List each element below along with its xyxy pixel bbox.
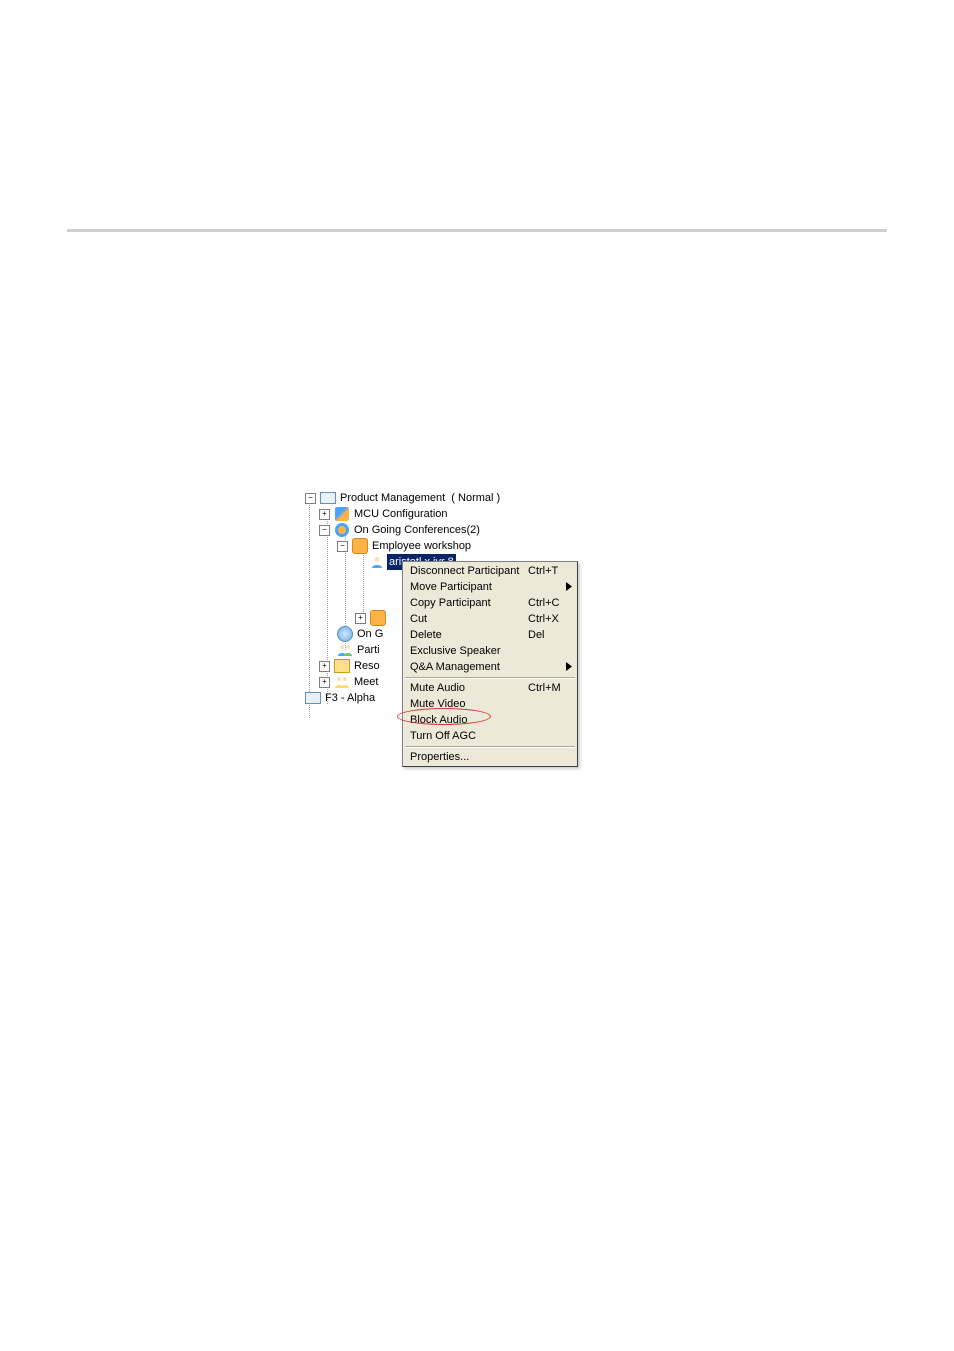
menu-label: Copy Participant <box>410 597 528 609</box>
menu-item-copy-participant[interactable]: Copy Participant Ctrl+C <box>404 595 576 611</box>
screenshot-figure: Product Management ( Normal ) MCU Config… <box>305 490 580 722</box>
menu-label: Delete <box>410 629 528 641</box>
monitor-icon <box>305 690 321 706</box>
submenu-arrow-icon <box>566 662 572 671</box>
expand-icon[interactable] <box>319 509 330 520</box>
tree-label: Product Management ( Normal ) <box>340 490 500 506</box>
collapse-icon[interactable] <box>319 525 330 536</box>
mcu-icon <box>334 506 350 522</box>
header-divider <box>67 229 887 232</box>
tree-item-mcu-configuration[interactable]: MCU Configuration <box>305 506 580 522</box>
menu-shortcut: Ctrl+T <box>528 565 572 577</box>
expand-icon[interactable] <box>319 661 330 672</box>
tree-label: Meet <box>354 674 378 690</box>
menu-separator <box>405 677 575 678</box>
menu-label: Properties... <box>410 751 528 763</box>
menu-item-move-participant[interactable]: Move Participant <box>404 579 576 595</box>
collapse-icon[interactable] <box>305 493 316 504</box>
menu-item-delete[interactable]: Delete Del <box>404 627 576 643</box>
tree-item-product-management[interactable]: Product Management ( Normal ) <box>305 490 580 506</box>
submenu-arrow-icon <box>566 582 572 591</box>
tree-item-ongoing-conferences[interactable]: On Going Conferences(2) <box>305 522 580 538</box>
menu-item-mute-video[interactable]: Mute Video <box>404 696 576 712</box>
menu-label: Block Audio <box>410 714 528 726</box>
tree-label: F3 - Alpha <box>325 690 375 706</box>
menu-item-qa-management[interactable]: Q&A Management <box>404 659 576 675</box>
conference-icon <box>352 538 368 554</box>
menu-item-cut[interactable]: Cut Ctrl+X <box>404 611 576 627</box>
menu-separator <box>405 746 575 747</box>
tree-label: On Going Conferences(2) <box>354 522 480 538</box>
menu-shortcut: Del <box>528 629 572 641</box>
conference-icon <box>370 610 386 626</box>
menu-shortcut: Ctrl+C <box>528 597 572 609</box>
context-menu: Disconnect Participant Ctrl+T Move Parti… <box>402 561 578 767</box>
menu-label: Turn Off AGC <box>410 730 528 742</box>
menu-label: Exclusive Speaker <box>410 645 528 657</box>
menu-label: Mute Video <box>410 698 528 710</box>
menu-label: Move Participant <box>410 581 528 593</box>
tree-item-conference[interactable]: Employee workshop <box>305 538 580 554</box>
gear-icon <box>334 522 350 538</box>
menu-item-mute-audio[interactable]: Mute Audio Ctrl+M <box>404 680 576 696</box>
menu-item-exclusive-speaker[interactable]: Exclusive Speaker <box>404 643 576 659</box>
expand-icon[interactable] <box>355 613 366 624</box>
menu-label: Cut <box>410 613 528 625</box>
tree-label: MCU Configuration <box>354 506 448 522</box>
monitor-icon <box>320 490 336 506</box>
menu-item-properties[interactable]: Properties... <box>404 749 576 765</box>
expand-icon[interactable] <box>319 677 330 688</box>
tree-label: Reso <box>354 658 380 674</box>
menu-item-disconnect-participant[interactable]: Disconnect Participant Ctrl+T <box>404 563 576 579</box>
collapse-icon[interactable] <box>337 541 348 552</box>
tree-label: Parti <box>357 642 380 658</box>
menu-label: Q&A Management <box>410 661 528 673</box>
menu-item-block-audio[interactable]: Block Audio <box>404 712 576 728</box>
resource-icon <box>334 658 350 674</box>
person-icon <box>371 556 383 568</box>
tree-label: Employee workshop <box>372 538 471 554</box>
menu-label: Mute Audio <box>410 682 528 694</box>
menu-shortcut: Ctrl+X <box>528 613 572 625</box>
menu-shortcut: Ctrl+M <box>528 682 572 694</box>
people-icon <box>337 642 353 658</box>
menu-label: Disconnect Participant <box>410 565 528 577</box>
globe-icon <box>337 626 353 642</box>
menu-item-turn-off-agc[interactable]: Turn Off AGC <box>404 728 576 744</box>
tree-label: On G <box>357 626 383 642</box>
people-icon <box>334 674 350 690</box>
